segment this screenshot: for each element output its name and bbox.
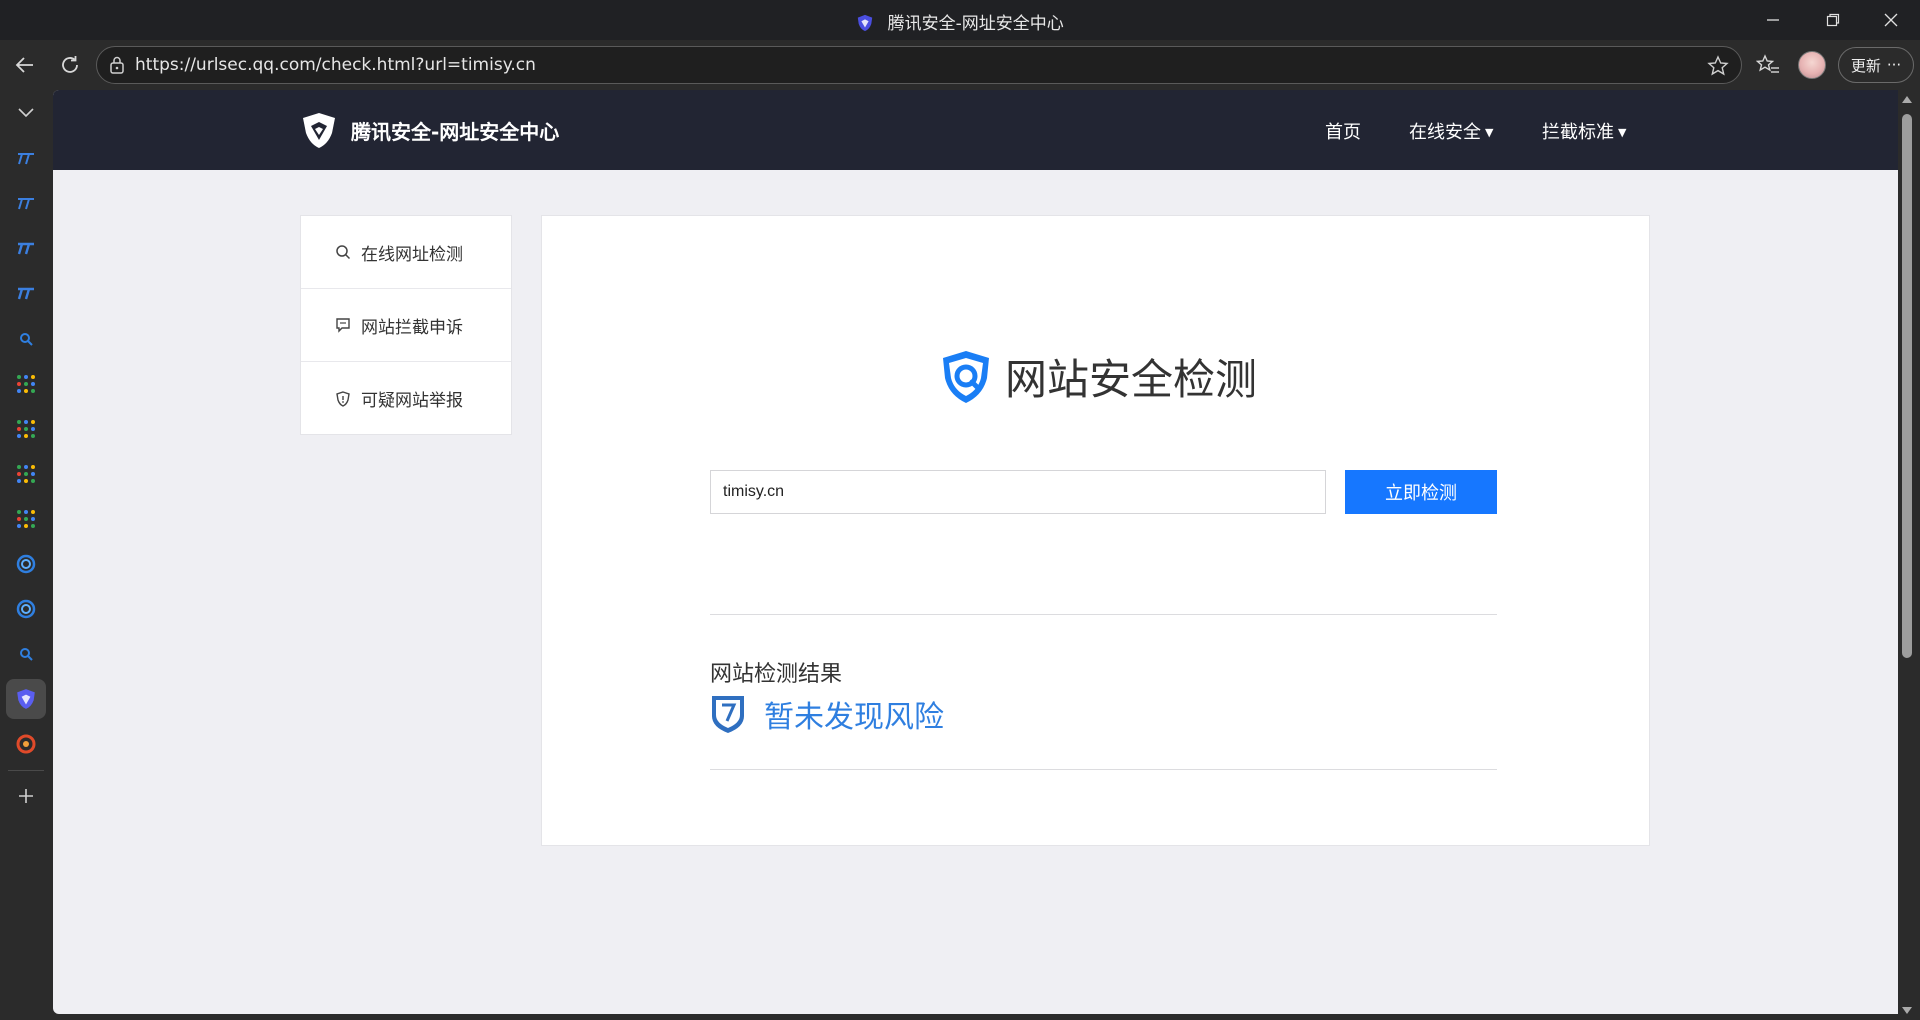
message-icon (336, 318, 350, 333)
page-title: 网站安全检测 (1005, 355, 1258, 404)
site-header: 腾讯安全-网址安全中心 首页 在线安全 ▼ 拦截标准 ▼ (53, 90, 1898, 170)
update-label: 更新 (1850, 56, 1881, 75)
tf-logo-icon (17, 242, 34, 255)
window-title: 腾讯安全-网址安全中心 (887, 14, 1064, 34)
minimize-button[interactable] (1744, 0, 1802, 40)
result-label: 网站检测结果 (710, 662, 843, 687)
tencent-security-tab-icon (858, 14, 873, 32)
side-item-label: 可疑网站举报 (361, 391, 463, 411)
url-field[interactable]: https://urlsec.qq.com/check.html?url=tim… (96, 46, 1742, 84)
check-now-button[interactable]: 立即检测 (1345, 470, 1497, 514)
tencent-security-tab-icon (17, 689, 35, 709)
tab-divider (8, 770, 44, 771)
page-scrollbar[interactable] (1898, 90, 1916, 1020)
vertical-tab[interactable] (6, 634, 46, 674)
vertical-tab-strip (0, 90, 52, 1020)
address-bar-row: https://urlsec.qq.com/check.html?url=tim… (0, 40, 1920, 90)
tencent-security-logo-icon (303, 113, 335, 148)
favorites-list-icon (1756, 54, 1779, 73)
url-text: https://urlsec.qq.com/check.html?url=tim… (135, 55, 536, 75)
minimize-icon (1767, 19, 1779, 21)
vertical-tab[interactable] (6, 589, 46, 629)
search-icon (20, 648, 33, 661)
safe-shield-icon (712, 696, 744, 733)
favorites-button[interactable] (1751, 48, 1785, 82)
hero-heading: 网站安全检测 (937, 346, 1257, 407)
site-logo[interactable]: 腾讯安全-网址安全中心 (299, 110, 559, 150)
divider (710, 614, 1497, 615)
app-grid-icon (17, 420, 35, 438)
shield-search-icon (943, 350, 989, 403)
vertical-tab[interactable] (6, 409, 46, 449)
swirl-logo-icon (16, 554, 36, 574)
window-titlebar: 腾讯安全-网址安全中心 (0, 0, 1920, 40)
vertical-tab[interactable] (6, 139, 46, 179)
search-icon (20, 333, 33, 346)
tf-logo-icon (18, 153, 34, 165)
main-card: 网站安全检测 立即检测 网站检测结果 暂未发现风险 (541, 215, 1650, 846)
reload-button[interactable] (53, 48, 87, 82)
collapse-tabs-button[interactable] (6, 93, 46, 133)
result-status-row: 暂未发现风险 (710, 692, 944, 736)
close-window-button[interactable] (1862, 0, 1920, 40)
scroll-down-arrow-icon[interactable] (1902, 1007, 1912, 1014)
nav-home-label: 首页 (1325, 122, 1361, 143)
profile-avatar[interactable] (1798, 51, 1826, 79)
window-title-container: 腾讯安全-网址安全中心 (0, 9, 1920, 34)
vertical-tab-active[interactable] (6, 679, 46, 719)
chevron-down-icon (18, 108, 34, 118)
tf-logo-icon (17, 287, 34, 300)
result-status: 暂未发现风险 (764, 700, 944, 735)
vertical-tab[interactable] (6, 544, 46, 584)
vertical-tab[interactable] (6, 724, 46, 764)
nav-online-security-label: 在线安全 (1409, 122, 1481, 143)
side-item-label: 网站拦截申诉 (361, 317, 463, 338)
app-grid-icon (17, 465, 35, 483)
vertical-tab[interactable] (6, 364, 46, 404)
side-item-url-check[interactable]: 在线网址检测 (301, 216, 511, 289)
web-viewport: 腾讯安全-网址安全中心 首页 在线安全 ▼ 拦截标准 ▼ 在线网址检测 网站拦截申诉… (53, 90, 1898, 1014)
back-button[interactable] (8, 48, 42, 82)
vertical-tab[interactable] (6, 229, 46, 269)
divider (710, 769, 1497, 770)
nav-block-standards[interactable]: 拦截标准 ▼ (1542, 118, 1626, 144)
swirl-logo-icon (16, 599, 36, 619)
side-item-report[interactable]: 可疑网站举报 (301, 362, 511, 435)
caret-down-icon: ▼ (1618, 126, 1627, 139)
shield-alert-icon (336, 390, 350, 407)
red-swirl-logo-icon (16, 734, 36, 754)
url-check-input[interactable] (710, 470, 1326, 514)
lock-icon (110, 56, 124, 74)
restore-icon (1826, 13, 1840, 27)
update-button[interactable]: 更新 ··· (1838, 47, 1914, 83)
nav-block-standards-label: 拦截标准 (1542, 122, 1614, 143)
new-tab-button[interactable] (6, 776, 46, 816)
vertical-tab[interactable] (6, 454, 46, 494)
site-logo-text: 腾讯安全-网址安全中心 (351, 119, 560, 144)
caret-down-icon: ▼ (1485, 126, 1494, 139)
arrow-left-icon (15, 57, 33, 73)
scroll-thumb[interactable] (1902, 114, 1912, 658)
restore-button[interactable] (1804, 0, 1862, 40)
side-item-label: 在线网址检测 (361, 244, 463, 265)
nav-home[interactable]: 首页 (1325, 118, 1361, 144)
scroll-up-arrow-icon[interactable] (1902, 96, 1912, 103)
reload-icon (62, 56, 78, 73)
nav-online-security[interactable]: 在线安全 ▼ (1409, 118, 1493, 144)
plus-icon (19, 789, 33, 803)
app-grid-icon (17, 510, 35, 528)
side-item-appeal[interactable]: 网站拦截申诉 (301, 289, 511, 362)
favorite-star-icon[interactable] (1707, 55, 1729, 77)
vertical-tab[interactable] (6, 499, 46, 539)
tf-logo-icon (18, 198, 34, 210)
more-menu-icon: ··· (1886, 56, 1902, 74)
search-icon (336, 245, 351, 260)
vertical-tab[interactable] (6, 184, 46, 224)
vertical-tab[interactable] (6, 319, 46, 359)
vertical-tab[interactable] (6, 274, 46, 314)
side-menu: 在线网址检测 网站拦截申诉 可疑网站举报 (300, 215, 512, 435)
close-icon (1884, 13, 1898, 27)
app-grid-icon (17, 375, 35, 393)
